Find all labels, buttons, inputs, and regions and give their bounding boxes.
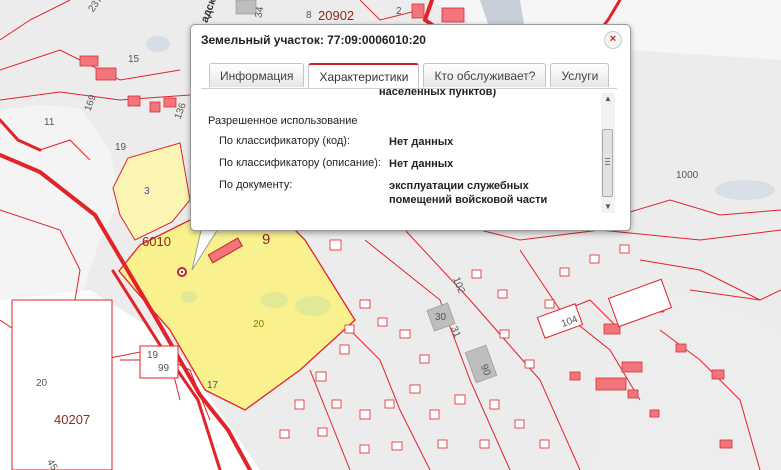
row-value-document-line2: помещений войсковой части [389, 194, 548, 206]
tab-characteristics[interactable]: Характеристики [308, 63, 420, 88]
scrollbar-thumb[interactable] [602, 129, 613, 197]
map-label: 15 [128, 54, 140, 65]
map-label: 8 [306, 10, 312, 21]
tab-panel: населенных пунктов) Разрешенное использо… [201, 88, 617, 217]
row-label-document: По документу: [219, 179, 293, 191]
popup-tabs: Информация Характеристики Кто обслуживае… [209, 63, 610, 88]
tab-services[interactable]: Услуги [550, 63, 610, 87]
map-label: 20 [253, 319, 265, 330]
row-value-code: Нет данных [389, 136, 454, 148]
map-label: 20 [36, 378, 48, 389]
map-label: 11 [44, 117, 55, 128]
map-label: 19 [147, 350, 159, 361]
close-icon[interactable]: × [604, 31, 622, 49]
cut-off-text: населенных пунктов) [379, 88, 497, 98]
row-label-description: По классификатору (описание): [219, 157, 381, 169]
row-value-description: Нет данных [389, 158, 454, 170]
map-label: 19 [115, 142, 127, 153]
section-heading: Разрешенное использование [208, 115, 358, 127]
map-label: 17 [207, 380, 219, 391]
row-label-code: По классификатору (код): [219, 135, 351, 147]
map-label: 6010 [142, 234, 171, 249]
row-value-document: эксплуатации служебных помещений войсков… [389, 179, 589, 207]
parcel-popup: Земельный участок: 77:09:0006010:20 × Ин… [190, 24, 631, 231]
map-label: 3 [144, 186, 150, 197]
scroll-up-icon[interactable]: ▲ [601, 93, 615, 105]
map-label: 1000 [676, 170, 699, 181]
tab-who-serves[interactable]: Кто обслуживает? [423, 63, 547, 87]
map-label: 20902 [318, 8, 354, 23]
map-label: 99 [158, 363, 170, 374]
row-value-document-line1: эксплуатации служебных [389, 180, 529, 192]
tab-info[interactable]: Информация [209, 63, 305, 87]
scrollbar[interactable]: ▲ ▼ [601, 93, 615, 213]
map-label: 40207 [54, 412, 90, 427]
popup-title: Земельный участок: 77:09:0006010:20 [201, 33, 426, 47]
map-label: 2 [396, 6, 402, 17]
map-label: 30 [435, 312, 447, 323]
scroll-down-icon[interactable]: ▼ [601, 201, 615, 213]
popup-pointer [191, 226, 224, 271]
map-label: 9 [262, 231, 270, 248]
